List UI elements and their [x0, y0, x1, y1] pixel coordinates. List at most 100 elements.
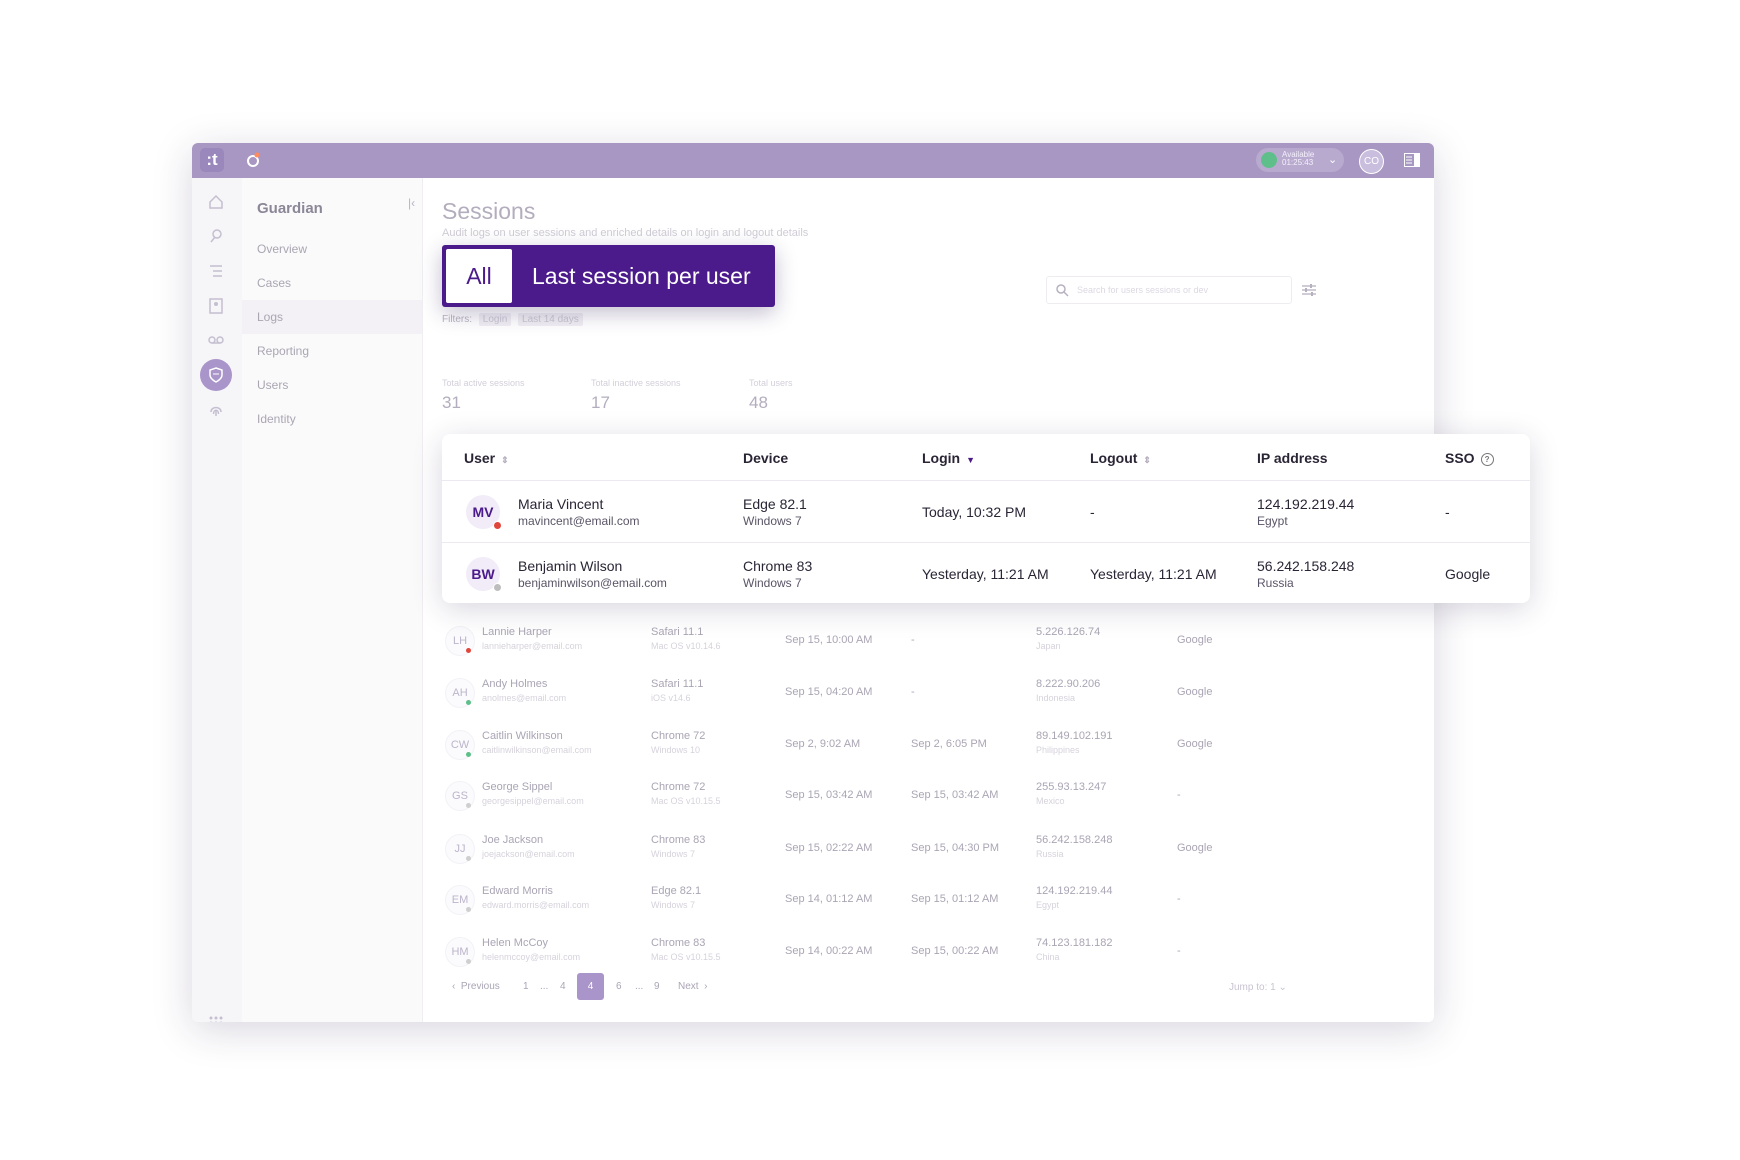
status-dot-icon — [466, 752, 471, 757]
logout-time: - — [1090, 504, 1095, 520]
home-icon[interactable] — [206, 192, 226, 212]
table-row[interactable]: CW Caitlin Wilkinson caitlinwilkinson@emai… — [442, 722, 1432, 772]
column-logout[interactable]: Logout ⇕ — [1090, 450, 1151, 466]
column-sso[interactable]: SSO? — [1445, 450, 1494, 466]
table-row[interactable]: HM Helen McCoy helenmccoy@email.com Chrome … — [442, 929, 1432, 979]
user-email: anolmes@email.com — [482, 693, 567, 703]
page-button[interactable]: 6 — [616, 981, 622, 992]
sidebar-item-overview[interactable]: Overview — [242, 232, 422, 266]
device-name: Chrome 83 — [651, 834, 706, 846]
magic-wand-icon[interactable] — [206, 226, 226, 246]
login-time: Today, 10:32 PM — [922, 504, 1027, 520]
shield-icon[interactable] — [200, 359, 232, 391]
column-user[interactable]: User ⇕ — [464, 450, 509, 466]
user-name: George Sippel — [482, 781, 553, 793]
column-login[interactable]: Login ▼ — [922, 450, 975, 466]
ip-country: Mexico — [1036, 796, 1065, 806]
sidebar-item-cases[interactable]: Cases — [242, 266, 422, 300]
collapse-icon[interactable]: |‹ — [408, 196, 415, 210]
app-logo[interactable]: :t — [200, 148, 224, 172]
sso-provider: Google — [1445, 566, 1491, 582]
sliders-icon[interactable] — [1301, 282, 1317, 298]
table-row[interactable]: MV Maria Vincent mavincent@email.com Edg… — [442, 481, 1530, 543]
device-name: Safari 11.1 — [651, 678, 704, 690]
availability-status[interactable]: Available 01:25:43 ⌄ — [1256, 148, 1344, 172]
user-email: helenmccoy@email.com — [482, 952, 581, 962]
column-ip[interactable]: IP address — [1257, 450, 1328, 466]
user-name: Andy Holmes — [482, 678, 548, 690]
sidebar: Guardian |‹ Overview Cases Logs Reportin… — [242, 178, 423, 1022]
status-dot-icon — [466, 700, 471, 705]
device-name: Chrome 72 — [651, 781, 706, 793]
sso-provider: Google — [1177, 634, 1213, 646]
device-name: Edge 82.1 — [651, 885, 702, 897]
ip-address: 124.192.219.44 — [1257, 496, 1355, 512]
logout-time: - — [911, 634, 915, 646]
ip-country: Philippines — [1036, 745, 1080, 755]
jump-to-select[interactable]: Jump to: 1 ⌄ — [1229, 982, 1287, 993]
device-os: Mac OS v10.15.5 — [651, 796, 721, 806]
sso-provider: Google — [1177, 842, 1213, 854]
column-device[interactable]: Device — [743, 450, 788, 466]
page-button-active[interactable]: 4 — [577, 973, 604, 1000]
toggle-last-session-button[interactable]: Last session per user — [532, 245, 751, 307]
top-bar: :t Available 01:25:43 ⌄ CO — [192, 143, 1434, 178]
apps-grid-icon[interactable] — [206, 1013, 226, 1022]
chevron-down-icon: ⌄ — [1328, 154, 1338, 166]
sidebar-item-label: Identity — [257, 412, 296, 426]
next-page-button[interactable]: Next › — [678, 981, 707, 992]
fingerprint-icon[interactable] — [206, 400, 226, 420]
logout-time: Yesterday, 11:21 AM — [1090, 566, 1217, 582]
table-row[interactable]: JJ Joe Jackson joejackson@email.com Chrome … — [442, 826, 1432, 876]
ip-country: Russia — [1257, 576, 1294, 590]
filter-chip[interactable]: Last 14 days — [518, 313, 583, 326]
device-os: Windows 7 — [651, 849, 696, 859]
user-avatar[interactable]: CO — [1359, 149, 1384, 174]
user-name: Benjamin Wilson — [518, 558, 623, 574]
search-input[interactable]: Search for users sessions or dev — [1046, 276, 1292, 304]
previous-page-button[interactable]: ‹ Previous — [452, 981, 500, 992]
table-row[interactable]: EM Edward Morris edward.morris@email.com Ed… — [442, 877, 1432, 927]
ip-country: Indonesia — [1036, 693, 1076, 703]
refresh-icon[interactable] — [244, 151, 262, 169]
sidebar-item-label: Reporting — [257, 344, 310, 358]
sort-icon: ⇕ — [501, 455, 509, 465]
status-dot-icon — [466, 803, 471, 808]
device-os: Windows 7 — [743, 514, 802, 528]
sidebar-item-reporting[interactable]: Reporting — [242, 334, 422, 368]
contacts-icon[interactable] — [206, 296, 226, 316]
device-os: Windows 10 — [651, 745, 701, 755]
sso-provider: Google — [1177, 686, 1213, 698]
stat-total-users: Total users 48 — [749, 378, 793, 413]
login-time: Sep 15, 02:22 AM — [785, 842, 873, 854]
filter-chip[interactable]: Login — [478, 313, 512, 326]
page-button[interactable]: 1 — [523, 981, 529, 992]
table-row[interactable]: BW Benjamin Wilson benjaminwilson@email.… — [442, 543, 1530, 604]
login-time: Yesterday, 11:21 AM — [922, 566, 1049, 582]
stat-value: 31 — [442, 393, 461, 412]
session-view-toggle: All Last session per user — [442, 245, 775, 307]
ip-address: 74.123.181.182 — [1036, 937, 1113, 949]
table-row[interactable]: LH Lannie Harper lannieharper@email.com Saf… — [442, 618, 1432, 668]
sidebar-item-logs[interactable]: Logs — [242, 300, 422, 334]
ip-country: Egypt — [1257, 514, 1288, 528]
page-ellipsis: ... — [540, 981, 549, 992]
list-icon[interactable] — [206, 261, 226, 281]
table-row[interactable]: AH Andy Holmes anolmes@email.com Safari 11.… — [442, 670, 1432, 720]
table-row[interactable]: GS George Sippel georgesippel@email.com Chr… — [442, 773, 1432, 823]
page-button[interactable]: 9 — [654, 981, 660, 992]
sso-provider: - — [1177, 893, 1181, 905]
device-name: Chrome 83 — [743, 558, 813, 574]
status-indicator-icon — [1261, 152, 1277, 168]
featured-sessions-card: User ⇕ Device Login ▼ Logout ⇕ IP address S… — [442, 434, 1530, 603]
stat-label: Total inactive sessions — [591, 378, 681, 388]
sidebar-item-users[interactable]: Users — [242, 368, 422, 402]
ip-address: 124.192.219.44 — [1036, 885, 1113, 897]
user-name: Edward Morris — [482, 885, 553, 897]
device-os: Mac OS v10.14.6 — [651, 641, 721, 651]
page-button[interactable]: 4 — [560, 981, 566, 992]
side-panel-icon[interactable] — [1404, 153, 1420, 167]
toggle-all-button[interactable]: All — [446, 249, 512, 303]
sidebar-item-identity[interactable]: Identity — [242, 402, 422, 436]
voicemail-icon[interactable] — [206, 330, 226, 350]
